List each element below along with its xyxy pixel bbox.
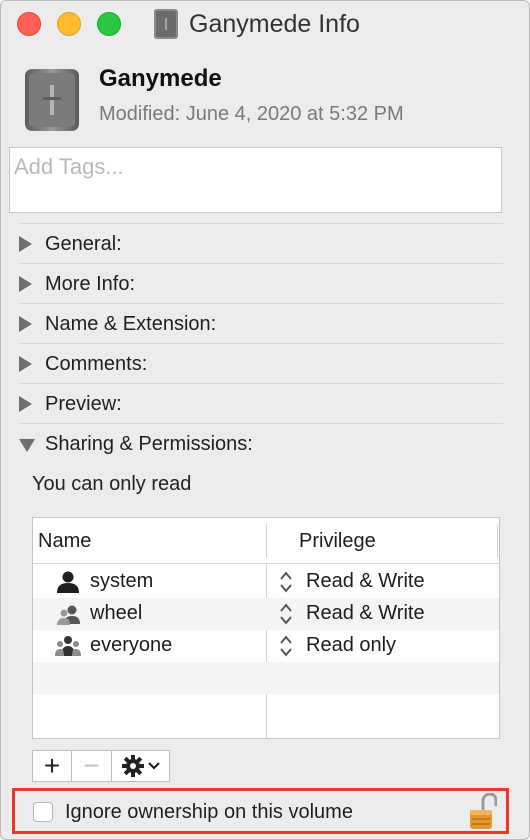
zoom-button[interactable] — [97, 12, 121, 36]
column-header-privilege[interactable]: Privilege — [299, 530, 376, 553]
table-row-empty — [33, 662, 499, 694]
updown-arrows-icon[interactable] — [279, 570, 293, 594]
section-label: Sharing & Permissions: — [45, 433, 253, 455]
updown-arrows-icon[interactable] — [279, 602, 293, 626]
modified-date: Modified: June 4, 2020 at 5:32 PM — [99, 103, 404, 125]
table-row-empty — [33, 694, 499, 726]
external-drive-icon — [25, 69, 79, 131]
ignore-ownership-highlight: Ignore ownership on this volume — [12, 788, 509, 834]
drive-icon — [154, 9, 178, 39]
column-separator[interactable] — [497, 524, 498, 558]
privilege-value[interactable]: Read & Write — [306, 570, 425, 593]
action-menu-button[interactable] — [112, 750, 170, 782]
section-label: Preview: — [45, 393, 122, 415]
section-label: More Info: — [45, 273, 136, 295]
close-button[interactable] — [17, 12, 41, 36]
user-name: system — [90, 570, 154, 592]
disclosure-triangle-icon[interactable] — [19, 316, 32, 332]
unlocked-lock-icon[interactable] — [469, 793, 497, 831]
table-row[interactable]: everyone Read only — [33, 630, 499, 662]
table-row[interactable]: wheel Read & Write — [33, 598, 499, 630]
user-name: wheel — [90, 602, 143, 624]
table-row[interactable]: system Read & Write — [33, 566, 499, 598]
single-user-icon — [57, 571, 79, 593]
info-window: Ganymede Info Ganymede Modified: June 4,… — [0, 0, 530, 840]
tags-field[interactable]: Add Tags... — [9, 147, 502, 213]
ignore-ownership-checkbox[interactable] — [33, 802, 53, 822]
remove-user-button[interactable]: − — [72, 750, 112, 782]
add-user-button[interactable]: + — [32, 750, 72, 782]
minimize-button[interactable] — [57, 12, 81, 36]
title-bar[interactable]: Ganymede Info — [1, 1, 529, 47]
gear-icon — [121, 755, 144, 777]
tags-placeholder: Add Tags... — [14, 154, 124, 179]
updown-arrows-icon[interactable] — [279, 634, 293, 658]
section-more-info[interactable]: More Info: — [19, 263, 503, 303]
column-separator[interactable] — [266, 524, 267, 558]
permissions-toolbar: + − — [32, 750, 170, 782]
table-header: Name Privilege — [33, 518, 499, 564]
section-label: Comments: — [45, 353, 148, 375]
section-general[interactable]: General: — [19, 223, 503, 263]
permission-note: You can only read — [32, 473, 192, 495]
volume-name: Ganymede — [99, 65, 222, 92]
item-header: Ganymede Modified: June 4, 2020 at 5:32 … — [21, 63, 501, 139]
disclosure-triangle-icon[interactable] — [19, 396, 32, 412]
everyone-icon — [55, 636, 81, 656]
disclosure-triangle-icon[interactable] — [19, 236, 32, 252]
window-title: Ganymede Info — [189, 9, 360, 38]
section-label: General: — [45, 233, 122, 255]
disclosure-triangle-icon[interactable] — [19, 276, 32, 292]
group-icon — [57, 605, 80, 625]
ignore-ownership-label[interactable]: Ignore ownership on this volume — [65, 801, 353, 824]
window-title-group: Ganymede Info — [151, 7, 360, 41]
user-name: everyone — [90, 634, 173, 656]
permissions-table: Name Privilege system Read & Write wheel… — [32, 517, 500, 739]
section-label: Name & Extension: — [45, 313, 217, 335]
section-preview[interactable]: Preview: — [19, 383, 503, 423]
disclosure-triangle-expanded-icon[interactable] — [19, 439, 35, 452]
section-comments[interactable]: Comments: — [19, 343, 503, 383]
disclosure-triangle-icon[interactable] — [19, 356, 32, 372]
column-header-name[interactable]: Name — [38, 530, 91, 553]
chevron-down-icon — [147, 762, 160, 770]
section-name-extension[interactable]: Name & Extension: — [19, 303, 503, 343]
privilege-value[interactable]: Read & Write — [306, 602, 425, 625]
privilege-value[interactable]: Read only — [306, 634, 396, 657]
section-sharing-permissions[interactable]: Sharing & Permissions: — [19, 423, 503, 463]
